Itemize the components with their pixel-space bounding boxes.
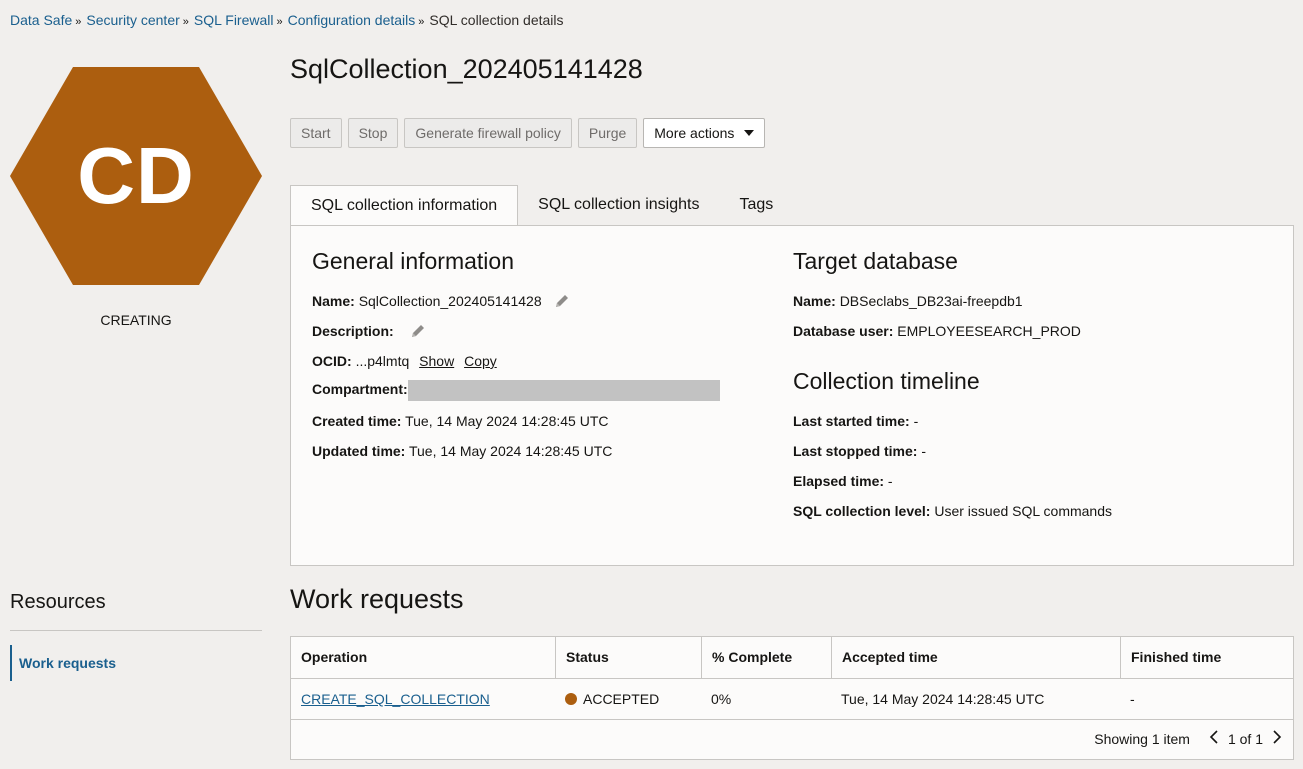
breadcrumb-security-center[interactable]: Security center — [86, 12, 179, 28]
last-started-label: Last started time: — [793, 413, 910, 429]
resource-state: CREATING — [100, 312, 172, 328]
tab-bar: SQL collection information SQL collectio… — [290, 185, 793, 226]
breadcrumb-separator: » — [418, 16, 425, 28]
compartment-redacted — [407, 380, 720, 401]
resources-divider — [10, 630, 262, 631]
updated-time-label: Updated time: — [312, 443, 406, 459]
compartment-label: Compartment: — [312, 381, 408, 398]
name-value: SqlCollection_202405141428 — [358, 293, 542, 310]
description-field: Description: — [312, 323, 426, 342]
column-header-operation[interactable]: Operation — [291, 637, 555, 678]
breadcrumb-separator: » — [182, 16, 189, 28]
created-time-value: Tue, 14 May 2024 14:28:45 UTC — [405, 413, 609, 429]
breadcrumb-data-safe[interactable]: Data Safe — [10, 12, 72, 28]
edit-pencil-icon[interactable] — [410, 323, 426, 342]
breadcrumb-configuration-details[interactable]: Configuration details — [288, 12, 416, 28]
page-indicator: 1 of 1 — [1227, 730, 1263, 747]
ocid-copy-link[interactable]: Copy — [464, 353, 497, 369]
last-started-field: Last started time: - — [793, 413, 918, 429]
more-actions-label: More actions — [654, 125, 735, 141]
operation-link[interactable]: CREATE_SQL_COLLECTION — [301, 691, 490, 707]
database-user-value: EMPLOYEESEARCH_PROD — [897, 323, 1081, 339]
breadcrumb-separator: » — [75, 16, 82, 28]
chevron-left-icon[interactable] — [1208, 729, 1220, 748]
created-time-field: Created time: Tue, 14 May 2024 14:28:45 … — [312, 413, 609, 429]
tab-sql-collection-information[interactable]: SQL collection information — [290, 185, 519, 226]
elapsed-time-label: Elapsed time: — [793, 473, 885, 489]
last-started-value: - — [913, 413, 919, 429]
resources-item-work-requests[interactable]: Work requests — [10, 645, 262, 681]
work-requests-table: Operation Status % Complete Accepted tim… — [290, 636, 1294, 760]
resource-hexagon-icon: CD — [10, 67, 262, 285]
start-button[interactable]: Start — [290, 118, 342, 148]
name-label: Name: — [312, 293, 355, 310]
column-header-finished-time[interactable]: Finished time — [1120, 637, 1293, 678]
tab-tags[interactable]: Tags — [719, 185, 793, 226]
info-panel: General information Name: SqlCollection_… — [290, 225, 1294, 566]
collection-level-value: User issued SQL commands — [934, 503, 1113, 519]
purge-button[interactable]: Purge — [577, 118, 638, 148]
ocid-value: ...p4lmtq — [355, 353, 410, 369]
database-user-label: Database user: — [793, 323, 894, 339]
column-header-accepted-time[interactable]: Accepted time — [831, 637, 1120, 678]
target-name-label: Name: — [793, 293, 836, 309]
collection-timeline-heading: Collection timeline — [793, 368, 980, 394]
target-name-field: Name: DBSeclabs_DB23ai-freepdb1 — [793, 293, 1023, 309]
status-cell: ACCEPTED — [555, 679, 701, 719]
ocid-label: OCID: — [312, 353, 352, 369]
work-requests-heading: Work requests — [290, 584, 464, 614]
tab-sql-collection-insights[interactable]: SQL collection insights — [518, 185, 719, 226]
general-information-heading: General information — [312, 248, 514, 274]
ocid-field: OCID: ...p4lmtq Show Copy — [312, 353, 497, 369]
action-bar: Start Stop Generate firewall policy Purg… — [290, 118, 766, 148]
database-user-field: Database user: EMPLOYEESEARCH_PROD — [793, 323, 1081, 339]
column-header-complete[interactable]: % Complete — [701, 637, 831, 678]
elapsed-time-field: Elapsed time: - — [793, 473, 893, 489]
last-stopped-value: - — [921, 443, 927, 459]
status-dot-icon — [565, 693, 577, 705]
table-row: CREATE_SQL_COLLECTION ACCEPTED 0% Tue, 1… — [291, 679, 1293, 720]
more-actions-button[interactable]: More actions — [643, 118, 766, 148]
breadcrumb: Data Safe» Security center» SQL Firewall» C… — [10, 12, 564, 28]
finished-time-cell: - — [1130, 691, 1135, 707]
showing-count: Showing 1 item — [1094, 730, 1190, 747]
column-header-status[interactable]: Status — [555, 637, 701, 678]
resources-heading: Resources — [10, 591, 106, 613]
pagination: Showing 1 item 1 of 1 — [1094, 729, 1283, 748]
generate-firewall-policy-button[interactable]: Generate firewall policy — [404, 118, 572, 148]
created-time-label: Created time: — [312, 413, 402, 429]
target-name-value: DBSeclabs_DB23ai-freepdb1 — [839, 293, 1023, 309]
ocid-show-link[interactable]: Show — [419, 353, 454, 369]
compartment-field: Compartment: — [312, 380, 720, 401]
name-field: Name: SqlCollection_202405141428 — [312, 293, 570, 312]
collection-level-field: SQL collection level: User issued SQL co… — [793, 503, 1112, 519]
table-header: Operation Status % Complete Accepted tim… — [291, 637, 1293, 679]
target-database-heading: Target database — [793, 248, 958, 274]
accepted-time-cell: Tue, 14 May 2024 14:28:45 UTC — [841, 691, 1045, 707]
stop-button[interactable]: Stop — [347, 118, 399, 148]
breadcrumb-current: SQL collection details — [429, 12, 564, 28]
complete-cell: 0% — [711, 691, 732, 707]
edit-pencil-icon[interactable] — [554, 293, 570, 312]
updated-time-field: Updated time: Tue, 14 May 2024 14:28:45 … — [312, 443, 612, 459]
last-stopped-field: Last stopped time: - — [793, 443, 926, 459]
resource-initials: CD — [77, 131, 195, 220]
breadcrumb-separator: » — [276, 16, 283, 28]
breadcrumb-sql-firewall[interactable]: SQL Firewall — [194, 12, 274, 28]
last-stopped-label: Last stopped time: — [793, 443, 918, 459]
status-value: ACCEPTED — [583, 691, 660, 707]
chevron-right-icon[interactable] — [1271, 729, 1283, 748]
caret-down-icon — [744, 130, 755, 136]
updated-time-value: Tue, 14 May 2024 14:28:45 UTC — [408, 443, 613, 459]
description-label: Description: — [312, 323, 394, 340]
elapsed-time-value: - — [887, 473, 893, 489]
page-title: SqlCollection_202405141428 — [290, 54, 643, 84]
collection-level-label: SQL collection level: — [793, 503, 931, 519]
operation-cell: CREATE_SQL_COLLECTION — [291, 679, 555, 719]
